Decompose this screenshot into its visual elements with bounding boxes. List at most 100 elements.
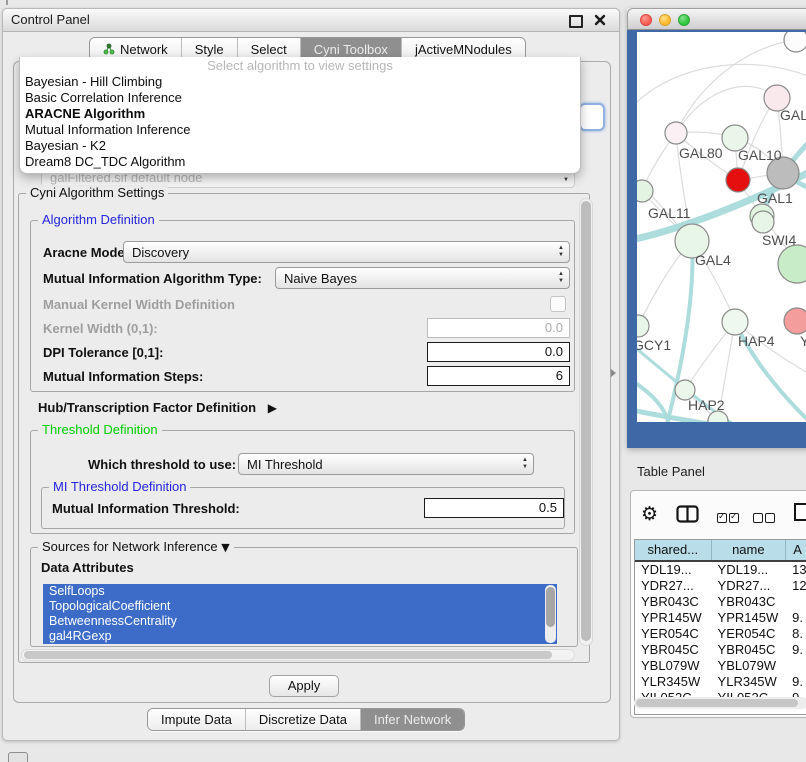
network-node-y[interactable]	[784, 308, 806, 334]
dropdown-item-mutual-information-inference[interactable]: Mutual Information Inference	[20, 122, 580, 138]
gear-icon[interactable]: ⚙	[641, 503, 658, 525]
dropdown-item-aracne-algorithm[interactable]: ARACNE Algorithm	[20, 106, 580, 122]
table-hscroll-thumb[interactable]	[636, 699, 798, 707]
columns-icon[interactable]	[676, 505, 699, 523]
mi-threshold-label: Mutual Information Threshold:	[52, 501, 240, 516]
table-cell	[786, 658, 806, 674]
table-horizontal-scrollbar[interactable]	[634, 697, 806, 709]
node-label-hap2: HAP2	[688, 397, 725, 413]
column-header-a[interactable]: A	[786, 540, 806, 560]
network-node-hap4[interactable]	[722, 309, 748, 335]
table-cell: 9.	[786, 674, 806, 690]
table-row[interactable]: YDR27...YDR27...12	[635, 578, 806, 594]
network-node[interactable]	[778, 245, 806, 283]
mi-type-label: Mutual Information Algorithm Type:	[43, 271, 262, 286]
tab-label: jActiveMNodules	[415, 42, 512, 57]
tab-discretize-data[interactable]: Discretize Data	[245, 709, 360, 730]
attribute-item-selfloops[interactable]: SelfLoops	[43, 584, 557, 599]
algorithm-dropdown-prompt: Select algorithm to view settings	[20, 57, 580, 74]
close-icon[interactable]	[594, 14, 606, 26]
dropdown-item-dream8-dc-tdc-algorithm[interactable]: Dream8 DC_TDC Algorithm	[20, 154, 580, 170]
node-label-gal: GAL	[780, 107, 806, 123]
settings-vscroll-thumb[interactable]	[581, 201, 591, 641]
tab-impute-data[interactable]: Impute Data	[148, 709, 245, 730]
attribute-item-gal4rgexp[interactable]: gal4RGexp	[43, 629, 557, 644]
table-row[interactable]: YER054CYER054C8.	[635, 626, 806, 642]
column-header-shared[interactable]: shared...	[635, 540, 712, 560]
kernel-width-field[interactable]: 0.0	[427, 318, 570, 338]
zoom-traffic-light[interactable]	[678, 14, 690, 26]
cyni-algorithm-settings-group: Cyni Algorithm Settings Algorithm Defini…	[18, 193, 590, 663]
sources-title-text: Sources for Network Inference	[42, 539, 218, 554]
mi-type-value: Naive Bayes	[284, 271, 357, 286]
dropdown-item-basic-correlation-inference[interactable]: Basic Correlation Inference	[20, 90, 580, 106]
table-row[interactable]: YDL19...YDL19...13	[635, 562, 806, 578]
screen: Control Panel NetworkStyleSelectCyni Too…	[0, 0, 806, 762]
dropdown-item-bayesian-k2[interactable]: Bayesian - K2	[20, 138, 580, 154]
combo-arrows-icon: ▲▼	[558, 245, 564, 259]
network-node-swi4[interactable]	[752, 211, 774, 233]
network-node-gcy1[interactable]	[637, 315, 649, 337]
float-window-icon[interactable]	[569, 15, 583, 28]
attributes-list-scrollbar[interactable]	[545, 585, 556, 643]
table-row[interactable]: YBL079WYBL079W	[635, 658, 806, 674]
network-canvas[interactable]: GALGAL80GAL10GAL11GAL1SWI4GAL4HAP4YGCY1H…	[637, 32, 806, 422]
minimize-traffic-light[interactable]	[659, 14, 671, 26]
manual-kernel-label: Manual Kernel Width Definition	[43, 297, 235, 312]
collapsed-panel-chip[interactable]	[8, 752, 28, 762]
mi-steps-field[interactable]: 6	[427, 366, 570, 386]
settings-hscroll-thumb[interactable]	[24, 651, 552, 659]
manual-kernel-checkbox[interactable]	[550, 296, 566, 312]
table-cell: YPR145W	[712, 610, 787, 626]
expanded-arrow-icon[interactable]: ▼	[221, 541, 229, 554]
apply-button[interactable]: Apply	[269, 675, 339, 697]
attribute-item-topologicalcoefficient[interactable]: TopologicalCoefficient	[43, 599, 557, 614]
which-threshold-combo[interactable]: MI Threshold ▲▼	[238, 453, 534, 475]
table-row[interactable]: YLR345WYLR345W9.	[635, 674, 806, 690]
table-header-row: shared...nameA	[635, 540, 806, 562]
table-row[interactable]: YBR045CYBR045C9.	[635, 642, 806, 658]
kernel-width-label: Kernel Width (0,1):	[43, 321, 158, 336]
node-label-swi4: SWI4	[762, 232, 796, 248]
network-node[interactable]	[784, 32, 806, 52]
select-all-checkboxes-icon[interactable]: ✓✓	[717, 509, 741, 524]
table-cell: YDL19...	[712, 562, 787, 578]
dpi-tolerance-field[interactable]: 0.0	[427, 342, 570, 362]
attribute-item-betweennesscentrality[interactable]: BetweennessCentrality	[43, 614, 557, 629]
which-threshold-label: Which threshold to use:	[88, 457, 236, 472]
network-node-gal11[interactable]	[637, 180, 653, 202]
settings-vertical-scrollbar[interactable]	[579, 198, 593, 646]
collapsed-arrow-icon: ▶	[268, 401, 277, 415]
dropdown-item-bayesian-hill-climbing[interactable]: Bayesian - Hill Climbing	[20, 74, 580, 90]
combo-arrows-icon: ▲▼	[522, 457, 528, 471]
table-cell: YPR145W	[635, 610, 712, 626]
algorithm-combo-focus-cap[interactable]	[579, 103, 605, 131]
table-cell: YBR045C	[635, 642, 712, 658]
attributes-list-scroll-thumb[interactable]	[546, 587, 555, 627]
mi-type-combo[interactable]: Naive Bayes ▲▼	[275, 267, 570, 289]
deselect-all-checkboxes-icon[interactable]	[753, 509, 777, 524]
network-node[interactable]	[726, 168, 750, 192]
mi-threshold-field[interactable]: 0.5	[424, 498, 564, 518]
tab-infer-network[interactable]: Infer Network	[360, 709, 464, 730]
tab-label: Style	[195, 42, 224, 57]
splitter-arrow-icon[interactable]	[611, 369, 616, 377]
network-edge[interactable]	[676, 86, 777, 133]
network-node-gal80[interactable]	[665, 122, 687, 144]
node-label-y: Y	[800, 333, 806, 349]
table-row[interactable]: YBR043CYBR043C	[635, 594, 806, 610]
which-threshold-value: MI Threshold	[247, 457, 323, 472]
settings-horizontal-scrollbar[interactable]	[21, 649, 575, 661]
node-table: shared...nameA YDL19...YDL19...13YDR27..…	[634, 539, 806, 715]
aracne-mode-combo[interactable]: Discovery ▲▼	[123, 241, 570, 263]
table-cell: YBR043C	[635, 594, 712, 610]
algorithm-dropdown-items: Bayesian - Hill ClimbingBasic Correlatio…	[20, 74, 580, 170]
close-traffic-light[interactable]	[640, 14, 652, 26]
hub-definition-toggle[interactable]: Hub/Transcription Factor Definition ▶	[38, 400, 277, 415]
aracne-mode-label: Aracne Mode:	[43, 245, 129, 260]
node-label-gcy1: GCY1	[637, 337, 671, 353]
table-row[interactable]: YPR145WYPR145W9.	[635, 610, 806, 626]
control-panel-titlebar: Control Panel	[3, 9, 619, 32]
column-header-name[interactable]: name	[712, 540, 787, 560]
new-table-icon[interactable]	[793, 502, 806, 522]
